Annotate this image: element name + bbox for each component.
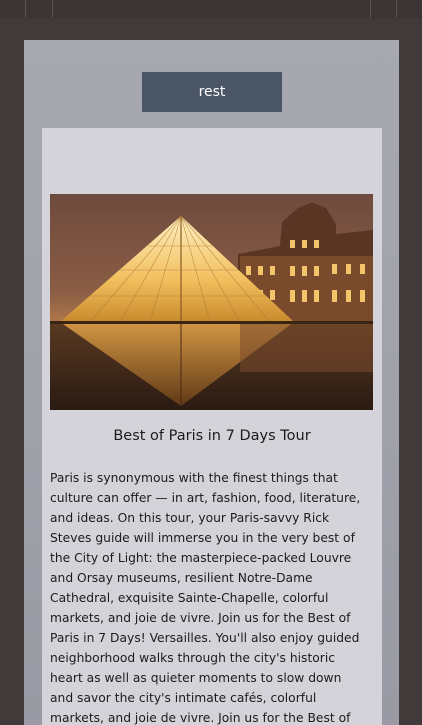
tour-title: Best of Paris in 7 Days Tour bbox=[113, 428, 311, 444]
tour-description: Paris is synonymous with the finest thin… bbox=[50, 471, 361, 725]
window-top-bar bbox=[0, 0, 422, 18]
device-viewport: rest Best of Paris in 7 Days Tour Paris … bbox=[24, 40, 399, 725]
top-bar-divider bbox=[396, 0, 397, 18]
top-bar-divider bbox=[52, 0, 53, 18]
top-bar-divider bbox=[25, 0, 26, 18]
tour-card: Best of Paris in 7 Days Tour Paris is sy… bbox=[42, 128, 382, 725]
top-bar-divider bbox=[370, 0, 371, 18]
louvre-pyramid-photo bbox=[50, 194, 373, 410]
rest-button[interactable]: rest bbox=[142, 72, 282, 112]
